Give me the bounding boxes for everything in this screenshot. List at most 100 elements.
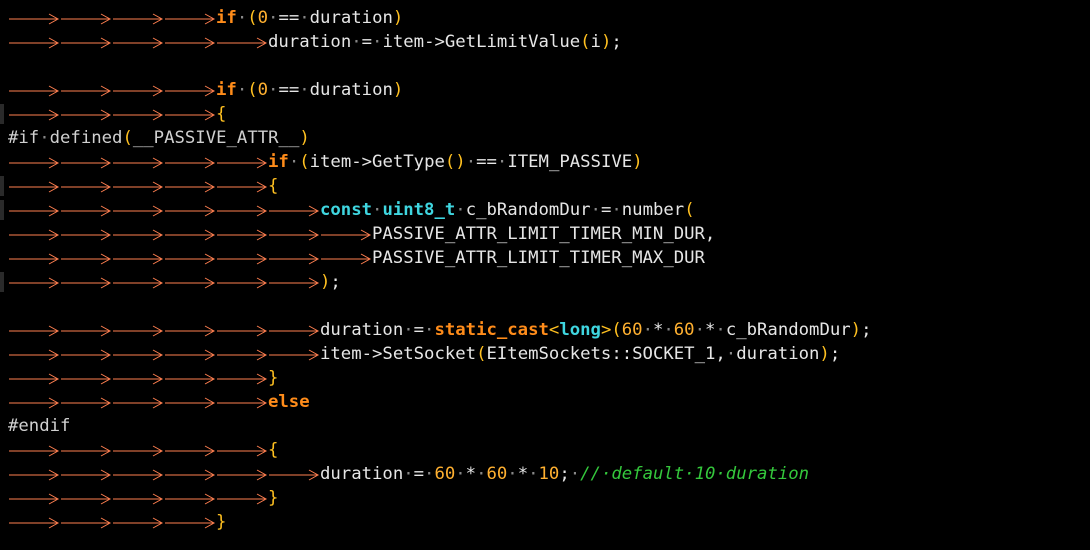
tab-arrow-icon xyxy=(8,318,60,342)
tab-arrow-icon xyxy=(60,30,112,54)
code-line[interactable]: } xyxy=(0,486,1090,510)
tab-arrow-icon xyxy=(216,486,268,510)
tab-arrow-icon xyxy=(112,222,164,246)
code-line[interactable]: duration·=·60·*·60·*·10;·//·default·10·d… xyxy=(0,462,1090,486)
code-line[interactable]: } xyxy=(0,510,1090,534)
code-token: · xyxy=(590,200,601,220)
code-token: ) xyxy=(392,80,404,100)
tab-arrow-icon xyxy=(112,390,164,414)
code-token: ; xyxy=(829,344,841,364)
code-line[interactable] xyxy=(0,54,1090,78)
code-token: item->SetSocket xyxy=(320,344,477,364)
code-token: __PASSIVE_ATTR__ xyxy=(132,128,300,148)
code-token: 60 xyxy=(621,320,643,340)
code-token: ; xyxy=(559,464,570,484)
tab-arrow-icon xyxy=(8,486,60,510)
code-token: static_cast xyxy=(434,320,549,340)
code-token: if xyxy=(216,80,237,100)
code-token: ) xyxy=(320,272,331,292)
code-token: 60 xyxy=(673,320,695,340)
code-line[interactable]: duration·=·item->GetLimitValue(i); xyxy=(0,30,1090,54)
code-line[interactable]: PASSIVE_ATTR_LIMIT_TIMER_MIN_DUR, xyxy=(0,222,1090,246)
code-token: ) xyxy=(850,320,862,340)
code-token: · xyxy=(476,464,487,484)
tab-arrow-icon xyxy=(216,174,268,198)
code-token: duration xyxy=(320,320,404,340)
tab-arrow-icon xyxy=(112,486,164,510)
code-token: duration xyxy=(320,464,404,484)
tab-arrow-icon xyxy=(112,6,164,30)
tab-arrow-icon xyxy=(216,342,268,366)
tab-arrow-icon xyxy=(216,438,268,462)
code-line[interactable]: ); xyxy=(0,270,1090,294)
code-line[interactable]: } xyxy=(0,366,1090,390)
code-token: · xyxy=(455,200,466,220)
fold-marker-icon[interactable] xyxy=(0,104,4,124)
code-token: item->GetType xyxy=(309,152,445,172)
tab-arrow-icon xyxy=(268,318,320,342)
tab-arrow-icon xyxy=(60,246,112,270)
tab-arrow-icon xyxy=(164,78,216,102)
tab-arrow-icon xyxy=(112,462,164,486)
code-line[interactable]: #endif xyxy=(0,414,1090,438)
code-line[interactable]: { xyxy=(0,102,1090,126)
code-line[interactable]: if·(0·==·duration) xyxy=(0,78,1090,102)
code-token: item->GetLimitValue xyxy=(382,32,581,52)
code-token: · xyxy=(611,200,622,220)
code-token: * xyxy=(517,464,529,484)
code-token: PASSIVE_ATTR_LIMIT_TIMER_MAX_DUR xyxy=(372,248,705,268)
code-line[interactable]: if·(0·==·duration) xyxy=(0,6,1090,30)
tab-arrow-icon xyxy=(112,318,164,342)
tab-arrow-icon xyxy=(112,78,164,102)
code-token: } xyxy=(268,488,279,508)
code-token: · xyxy=(694,320,705,340)
tab-arrow-icon xyxy=(112,246,164,270)
code-line[interactable]: { xyxy=(0,174,1090,198)
code-token: ) xyxy=(819,344,830,364)
code-line[interactable]: PASSIVE_ATTR_LIMIT_TIMER_MAX_DUR xyxy=(0,246,1090,270)
code-token: ; xyxy=(611,32,622,52)
code-token: ( xyxy=(247,80,258,100)
code-line[interactable]: { xyxy=(0,438,1090,462)
tab-arrow-icon xyxy=(216,390,268,414)
tab-arrow-icon xyxy=(8,6,60,30)
code-token: } xyxy=(268,368,279,388)
code-token: · xyxy=(288,152,300,172)
tab-arrow-icon xyxy=(8,102,60,126)
code-token: · xyxy=(496,152,508,172)
code-token: i xyxy=(590,32,601,52)
tab-arrow-icon xyxy=(164,270,216,294)
fold-marker-icon[interactable] xyxy=(0,200,4,220)
tab-arrow-icon xyxy=(164,6,216,30)
tab-arrow-icon xyxy=(320,222,372,246)
code-token: else xyxy=(268,392,310,412)
tab-arrow-icon xyxy=(164,222,216,246)
code-token: 0 xyxy=(257,80,269,100)
code-line[interactable]: if·(item->GetType()·==·ITEM_PASSIVE) xyxy=(0,150,1090,174)
tab-arrow-icon xyxy=(8,366,60,390)
tab-arrow-icon xyxy=(216,270,268,294)
code-token: · xyxy=(403,320,414,340)
code-token: · xyxy=(299,8,310,28)
code-line[interactable] xyxy=(0,294,1090,318)
code-line[interactable]: duration·=·static_cast<long>(60·*·60·*·c… xyxy=(0,318,1090,342)
code-line[interactable]: else xyxy=(0,390,1090,414)
code-line[interactable]: const·uint8_t·c_bRandomDur·=·number( xyxy=(0,198,1090,222)
code-editor[interactable]: if·(0·==·duration) duration·=·item->GetLi… xyxy=(0,6,1090,534)
code-token: 60 xyxy=(434,464,456,484)
tab-arrow-icon xyxy=(8,246,60,270)
code-token: ( xyxy=(580,32,591,52)
code-token: · xyxy=(507,464,518,484)
code-line[interactable]: item->SetSocket(EItemSockets::SOCKET_1,·… xyxy=(0,342,1090,366)
code-token: · xyxy=(39,128,50,148)
fold-marker-icon[interactable] xyxy=(0,272,4,292)
code-token: 0 xyxy=(257,8,269,28)
tab-arrow-icon xyxy=(216,30,268,54)
code-line[interactable]: #if·defined(__PASSIVE_ATTR__) xyxy=(0,126,1090,150)
fold-marker-icon[interactable] xyxy=(0,176,4,196)
code-token: = xyxy=(413,320,425,340)
code-token: · xyxy=(372,32,383,52)
tab-arrow-icon xyxy=(8,174,60,198)
tab-arrow-icon xyxy=(8,438,60,462)
tab-arrow-icon xyxy=(320,246,372,270)
